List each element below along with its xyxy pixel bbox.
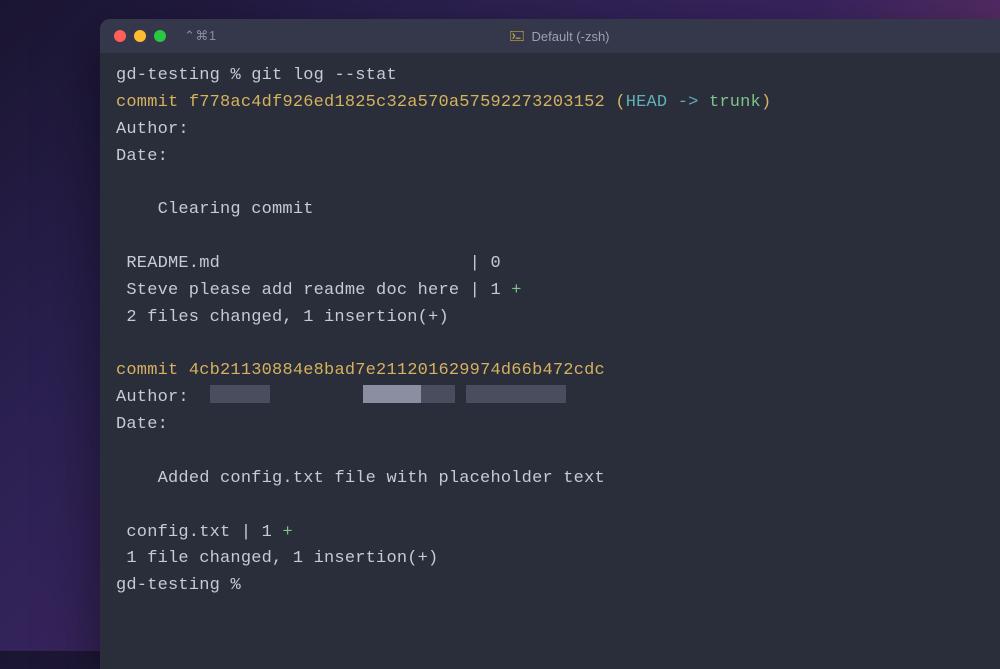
window-shortcut-badge: ⌃⌘1 xyxy=(184,28,217,44)
ref-close: ) xyxy=(761,93,771,112)
stat-line: README.md | 0 xyxy=(116,254,501,273)
commit-header: commit f778ac4df926ed1825c32a570a5759227… xyxy=(116,93,771,112)
plus-icon: + xyxy=(282,523,292,542)
ref-open: ( xyxy=(615,93,625,112)
author-label: Author: xyxy=(116,120,189,139)
tab-title[interactable]: Default (-zsh) xyxy=(510,29,609,44)
minimize-icon[interactable] xyxy=(134,30,146,42)
close-icon[interactable] xyxy=(114,30,126,42)
commit-message: Added config.txt file with placeholder t… xyxy=(158,469,605,488)
stat-line: config.txt | 1 xyxy=(116,523,282,542)
tab-label: Default (-zsh) xyxy=(531,29,609,44)
prompt-dir: gd-testing xyxy=(116,66,220,85)
commit-message: Clearing commit xyxy=(158,200,314,219)
commit-label: commit xyxy=(116,93,178,112)
command-text: git log --stat xyxy=(251,66,397,85)
stat-line: Steve please add readme doc here | 1 xyxy=(116,281,511,300)
prompt-symbol: % xyxy=(230,576,240,595)
redacted-block xyxy=(363,385,421,403)
terminal-window: ⌃⌘1 Default (-zsh) gd-testing % git log … xyxy=(100,19,1000,669)
redacted-block xyxy=(421,385,455,403)
stat-summary: 2 files changed, 1 insertion(+) xyxy=(116,308,449,327)
commit-hash: f778ac4df926ed1825c32a570a57592273203152 xyxy=(189,93,605,112)
prompt-line: gd-testing % xyxy=(116,576,241,595)
terminal-body[interactable]: gd-testing % git log --stat commit f778a… xyxy=(100,53,1000,610)
traffic-lights xyxy=(114,30,166,42)
stat-summary: 1 file changed, 1 insertion(+) xyxy=(116,549,438,568)
terminal-icon xyxy=(510,31,523,41)
commit-hash: 4cb21130884e8bad7e211201629974d66b472cdc xyxy=(189,361,605,380)
head-ref: HEAD -> xyxy=(626,93,709,112)
commit-label: commit xyxy=(116,361,178,380)
redacted-block xyxy=(210,385,270,403)
author-label: Author: xyxy=(116,388,210,407)
redacted-block xyxy=(466,385,566,403)
plus-icon: + xyxy=(511,281,521,300)
titlebar: ⌃⌘1 Default (-zsh) xyxy=(100,19,1000,53)
date-label: Date: xyxy=(116,147,168,166)
zoom-icon[interactable] xyxy=(154,30,166,42)
commit-header: commit 4cb21130884e8bad7e211201629974d66… xyxy=(116,361,605,380)
date-label: Date: xyxy=(116,415,168,434)
branch-name: trunk xyxy=(709,93,761,112)
prompt-dir: gd-testing xyxy=(116,576,220,595)
prompt-symbol: % xyxy=(230,66,240,85)
prompt-line: gd-testing % git log --stat xyxy=(116,66,397,85)
